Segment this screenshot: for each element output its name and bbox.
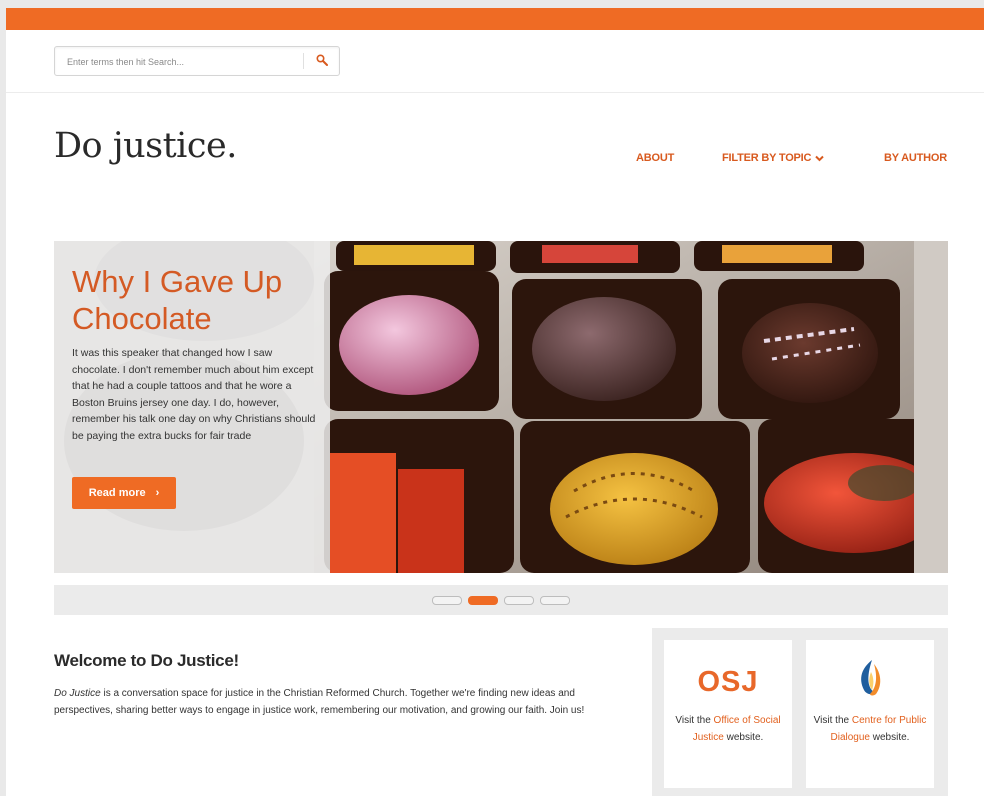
nav-filter-label: FILTER BY TOPIC (722, 152, 812, 164)
hero-headline[interactable]: Why I Gave Up Chocolate (72, 263, 322, 337)
cpd-caption-pre: Visit the (813, 715, 852, 726)
nav-filter-by-topic[interactable]: FILTER BY TOPIC (722, 152, 825, 164)
hero-excerpt: It was this speaker that changed how I s… (72, 347, 316, 442)
slide-dot-2[interactable] (468, 596, 498, 605)
search-bar-row (6, 30, 984, 93)
cpd-card[interactable]: Visit the Centre for Public Dialogue web… (806, 640, 934, 788)
search-icon (316, 54, 328, 66)
slide-dot-4[interactable] (540, 596, 570, 605)
welcome-body-italic: Do Justice (54, 688, 101, 699)
cpd-caption-post: website. (870, 732, 910, 743)
chevron-down-icon (815, 155, 825, 162)
welcome-body: Do Justice is a conversation space for j… (54, 686, 624, 719)
search-box (54, 46, 340, 76)
slider-pagination (54, 585, 948, 615)
welcome-body-text: is a conversation space for justice in t… (54, 688, 585, 716)
featured-slider: Why I Gave Up Chocolate It was this spea… (54, 241, 948, 573)
read-more-button[interactable]: Read more › (72, 477, 176, 509)
flame-logo-icon (861, 660, 881, 696)
search-button[interactable] (307, 47, 337, 75)
read-more-label: Read more (88, 487, 146, 499)
osj-logo: OSJ (697, 666, 759, 698)
nav-about[interactable]: ABOUT (636, 152, 674, 164)
slide-dot-1[interactable] (432, 596, 462, 605)
hero-text-panel: Why I Gave Up Chocolate It was this spea… (54, 241, 330, 573)
site-logo[interactable]: Do justice. (54, 126, 237, 166)
nav-by-author[interactable]: BY AUTHOR (884, 152, 947, 164)
chevron-right-icon: › (155, 487, 160, 499)
welcome-title: Welcome to Do Justice! (54, 651, 239, 670)
search-input[interactable] (65, 51, 294, 73)
top-accent-bar (6, 8, 984, 30)
partner-links: OSJ Visit the Office of Social Justice w… (652, 628, 948, 796)
osj-caption-post: website. (723, 732, 764, 743)
osj-card[interactable]: OSJ Visit the Office of Social Justice w… (664, 640, 792, 788)
osj-caption: Visit the Office of Social Justice websi… (670, 712, 786, 746)
osj-caption-pre: Visit the (675, 715, 714, 726)
cpd-caption: Visit the Centre for Public Dialogue web… (812, 712, 928, 746)
slide-dot-3[interactable] (504, 596, 534, 605)
page: Do justice. ABOUT FILTER BY TOPIC BY AUT… (6, 8, 984, 796)
search-divider (303, 53, 304, 69)
